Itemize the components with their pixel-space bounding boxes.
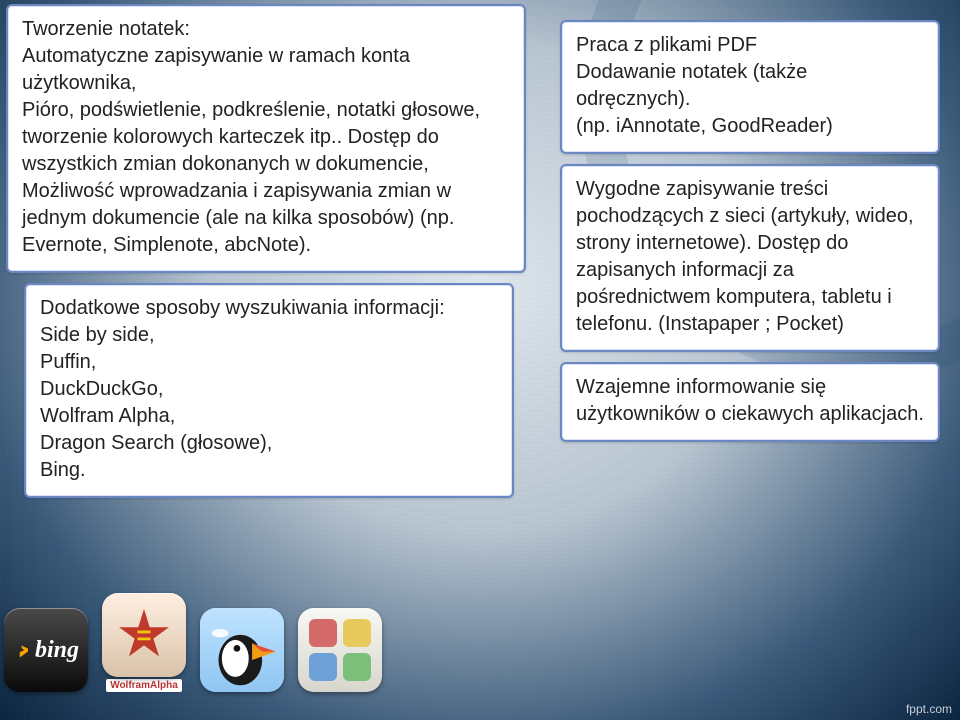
wolfram-star-icon: = [118,609,170,661]
right-column: Praca z plikami PDF Dodawanie notatek (t… [560,20,940,442]
sharing-box: Wzajemne informowanie się użytkowników o… [560,362,940,442]
left-column: Tworzenie notatek: Automatyczne zapisywa… [6,0,526,498]
search-methods-box: Dodatkowe sposoby wyszukiwania informacj… [24,283,514,498]
slide-content: Tworzenie notatek: Automatyczne zapisywa… [0,0,960,720]
search-methods-text: Dodatkowe sposoby wyszukiwania informacj… [40,297,445,481]
notes-text: Tworzenie notatek: Automatyczne zapisywa… [22,18,480,256]
bing-icon: bing [4,608,88,692]
web-save-text: Wygodne zapisywanie treści pochodzących … [576,178,914,335]
wolfram-label: WolframAlpha [106,679,182,692]
footer-credit: fppt.com [906,702,952,716]
app-icons-row: bing = WolframAlpha [0,593,382,692]
pdf-box: Praca z plikami PDF Dodawanie notatek (t… [560,20,940,154]
sharing-text: Wzajemne informowanie się użytkowników o… [576,376,924,425]
bing-label: bing [35,637,79,664]
wolfram-icon-wrap: = WolframAlpha [102,593,186,692]
notes-box: Tworzenie notatek: Automatyczne zapisywa… [6,4,526,273]
puffin-icon [200,608,284,692]
pdf-text: Praca z plikami PDF Dodawanie notatek (t… [576,34,833,137]
wolfram-icon: = [102,593,186,677]
web-save-box: Wygodne zapisywanie treści pochodzących … [560,164,940,352]
sidebyside-icon [298,608,382,692]
